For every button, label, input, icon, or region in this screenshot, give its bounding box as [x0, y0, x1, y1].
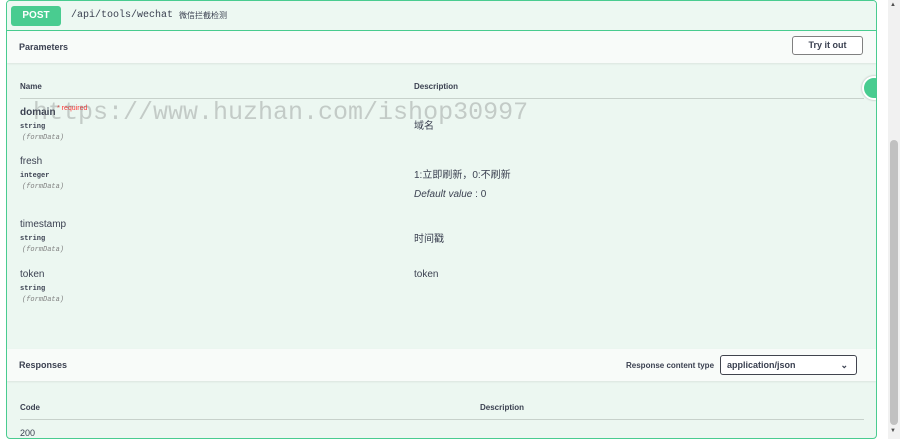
param-in-timestamp: (formData): [22, 246, 65, 254]
param-desc-timestamp: 时间戳: [414, 234, 444, 245]
param-default-fresh: Default value : 0: [414, 189, 486, 200]
required-marker: * required: [57, 105, 88, 112]
column-code-header: Code: [20, 403, 40, 412]
vertical-scrollbar[interactable]: ▲ ▼: [888, 0, 900, 439]
try-it-out-button[interactable]: Try it out: [792, 36, 863, 55]
param-desc-fresh: 1:立即刷新，0:不刷新: [414, 170, 511, 181]
param-in-domain: (formData): [22, 134, 65, 142]
scroll-down-icon[interactable]: ▼: [890, 428, 896, 434]
param-desc-domain: 域名: [414, 121, 434, 132]
operation-path: /api/tools/wechat: [71, 10, 174, 21]
param-type-timestamp: string: [20, 235, 46, 243]
param-desc-token: token: [414, 269, 439, 280]
responses-header: Responses Response content type applicat…: [7, 349, 876, 381]
parameters-title: Parameters: [19, 42, 69, 52]
responses-divider: [20, 419, 864, 420]
param-name-domain: domain: [20, 107, 56, 118]
response-content-type-label: Response content type: [626, 361, 715, 370]
param-type-domain: string: [20, 123, 46, 131]
response-code: 200: [20, 428, 36, 438]
operation-description: 微信拦截检测: [179, 11, 228, 20]
param-name-token: token: [20, 269, 45, 280]
method-badge: POST: [11, 5, 61, 26]
param-in-fresh: (formData): [22, 183, 65, 191]
parameters-header: Parameters Try it out: [7, 31, 876, 63]
param-in-token: (formData): [22, 296, 65, 304]
response-content-type-select[interactable]: application/json ⌄: [720, 355, 857, 375]
param-name-fresh: fresh: [20, 156, 43, 167]
operation-summary[interactable]: POST /api/tools/wechat 微信拦截检测: [7, 1, 876, 31]
column-name-header: Name: [20, 82, 42, 91]
param-type-fresh: integer: [20, 172, 50, 180]
scrollbar-thumb[interactable]: [890, 140, 898, 425]
column-description-header: Description: [414, 82, 459, 91]
param-name-timestamp: timestamp: [20, 219, 67, 230]
chevron-down-icon: ⌄: [840, 360, 848, 370]
response-content-type-value: application/json: [727, 360, 796, 370]
online-indicator-icon[interactable]: [862, 76, 876, 100]
param-type-token: string: [20, 285, 46, 293]
column-response-description-header: Description: [480, 403, 525, 412]
default-value-number: : 0: [472, 189, 487, 200]
default-value-label: Default value: [414, 189, 473, 200]
scroll-up-icon[interactable]: ▲: [890, 2, 896, 8]
header-divider: [20, 98, 864, 99]
operation-block: POST /api/tools/wechat 微信拦截检测 Parameters…: [6, 0, 877, 439]
responses-title: Responses: [19, 360, 68, 370]
